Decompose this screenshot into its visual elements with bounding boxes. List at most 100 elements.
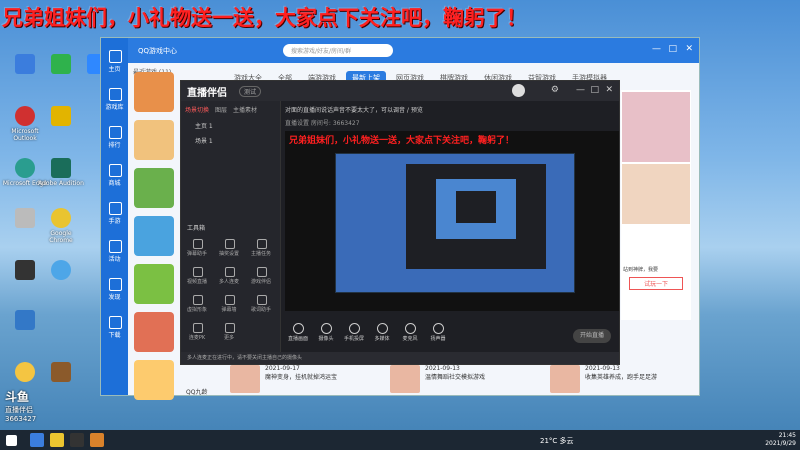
close-icon[interactable]: ✕ bbox=[685, 44, 693, 54]
nav-shop[interactable]: 商城 bbox=[101, 152, 128, 190]
app-icon bbox=[15, 310, 35, 330]
toolbox: 弹幕助手 抽奖设置 主播任务视频直播 多人连麦 游戏伴侣虚拟形象 弹幕墙 歌词助手连麦PK 更… bbox=[181, 236, 281, 348]
try-game-button[interactable]: 试玩一下 bbox=[629, 277, 683, 290]
tool-video[interactable]: 视频直播 bbox=[181, 264, 213, 288]
tool-more[interactable]: 更多 bbox=[213, 320, 245, 344]
tool-danmaku[interactable]: 弹幕助手 bbox=[181, 236, 213, 260]
friends-label: QQ九龄 bbox=[186, 389, 208, 396]
app-icon bbox=[15, 260, 35, 280]
nav-rank[interactable]: 排行 bbox=[101, 114, 128, 152]
side-ad-text: 站到神牌，我要 bbox=[623, 267, 659, 273]
stream-overlay-text: 兄弟姐妹们，小礼物送一送，大家点下关注吧，鞠躬了！ bbox=[2, 6, 527, 30]
tool-avatar[interactable]: 虚拟形象 bbox=[181, 292, 213, 316]
tab-layers[interactable]: 图层 bbox=[215, 105, 227, 114]
nav-download[interactable]: 下载 bbox=[101, 304, 128, 342]
app-icon bbox=[51, 362, 71, 382]
desktop-icon[interactable] bbox=[38, 260, 84, 282]
nav-mobile[interactable]: 手游 bbox=[101, 190, 128, 228]
side-ad-image[interactable] bbox=[622, 92, 690, 162]
ie-icon bbox=[51, 260, 71, 280]
scene-item[interactable]: 主页 1 bbox=[181, 118, 280, 133]
btn-screen[interactable]: 直播画面 bbox=[285, 321, 311, 342]
stream-notice: 对面的直播间说话声音不要太大了，可以调音 / 预览 直播设置 房间号: 3663… bbox=[285, 107, 423, 127]
side-ad-panel: 站到神牌，我要 试玩一下 bbox=[621, 90, 691, 320]
weather-widget[interactable]: 21°C 多云 bbox=[540, 436, 574, 446]
game-thumbnail[interactable] bbox=[134, 120, 174, 160]
nav-events[interactable]: 活动 bbox=[101, 228, 128, 266]
desktop-icon[interactable]: Microsoft Outlook bbox=[2, 106, 48, 142]
recursive-screen bbox=[335, 153, 575, 293]
taskbar-app-icon[interactable] bbox=[50, 433, 64, 447]
tool-multi-mic[interactable]: 多人连麦 bbox=[213, 264, 245, 288]
desktop-icon[interactable]: Adobe Audition bbox=[38, 158, 84, 187]
game-card[interactable]: 2021-09-13 温情舞蹈社交模拟游戏 bbox=[390, 365, 530, 393]
chrome-icon bbox=[51, 208, 71, 228]
nav-library[interactable]: 游戏库 bbox=[101, 76, 128, 114]
game-thumbnail[interactable] bbox=[134, 168, 174, 208]
recursive-screen bbox=[456, 191, 496, 223]
recent-games-list bbox=[129, 70, 179, 408]
stream-left-panel: 场景切换 图层 主播素材 主页 1 场景 1 工具箱 弹幕助手 抽奖设置 主播任务视… bbox=[181, 101, 281, 354]
minimize-icon[interactable]: — bbox=[576, 85, 585, 95]
qq-search-input[interactable]: 搜索游戏/好友/房间/群 bbox=[283, 44, 393, 57]
edge-icon bbox=[15, 158, 35, 178]
app-icon bbox=[51, 54, 71, 74]
game-thumbnail[interactable] bbox=[134, 264, 174, 304]
outlook-icon bbox=[15, 106, 35, 126]
btn-media[interactable]: 多媒体 bbox=[369, 321, 395, 342]
scene-item[interactable]: 场景 1 bbox=[181, 133, 280, 148]
maximize-icon[interactable]: □ bbox=[668, 44, 677, 54]
side-ad-image[interactable] bbox=[622, 164, 690, 224]
version-badge: 测试 bbox=[239, 86, 262, 97]
settings-icon[interactable]: ⚙ bbox=[551, 85, 559, 95]
system-clock[interactable]: 21:45 2021/9/29 bbox=[765, 432, 796, 448]
game-cards: 2021-09-17 魔神变身，挂机就掉鸿运宝 2021-09-13 温情舞蹈社交模… bbox=[230, 365, 690, 393]
stream-app-title: 直播伴侣 bbox=[187, 88, 227, 99]
stream-preview: 兄弟姐妹们，小礼物送一送，大家点下关注吧，鞠躬了！ bbox=[285, 131, 619, 311]
start-icon[interactable] bbox=[6, 435, 17, 446]
taskbar-app-icon[interactable] bbox=[70, 433, 84, 447]
taskbar-app-icon[interactable] bbox=[30, 433, 44, 447]
tool-task[interactable]: 主播任务 bbox=[245, 236, 277, 260]
minimize-icon[interactable]: — bbox=[652, 44, 661, 54]
game-thumbnail[interactable] bbox=[134, 216, 174, 256]
nav-home[interactable]: 主页 bbox=[101, 38, 128, 76]
nav-discover[interactable]: 发现 bbox=[101, 266, 128, 304]
stream-titlebar: 直播伴侣 测试 ✕ □ — ⚙ bbox=[181, 81, 619, 101]
desktop-icon[interactable] bbox=[2, 310, 48, 332]
app-icon bbox=[15, 208, 35, 228]
btn-phone[interactable]: 手机投屏 bbox=[341, 321, 367, 342]
audition-icon bbox=[51, 158, 71, 178]
start-stream-button[interactable]: 开始直播 bbox=[573, 329, 611, 343]
btn-mic[interactable]: 麦克风 bbox=[397, 321, 423, 342]
tab-materials[interactable]: 主播素材 bbox=[233, 105, 257, 114]
preview-overlay-text: 兄弟姐妹们，小礼物送一送，大家点下关注吧，鞠躬了！ bbox=[289, 136, 515, 146]
watermark-sub: 直播伴侣 bbox=[5, 406, 33, 414]
recursive-screen bbox=[436, 179, 516, 239]
recursive-screen bbox=[406, 164, 546, 269]
game-card[interactable]: 2021-09-17 魔神变身，挂机就掉鸿运宝 bbox=[230, 365, 370, 393]
btn-camera[interactable]: 摄像头 bbox=[313, 321, 339, 342]
desktop-icon[interactable] bbox=[38, 362, 84, 384]
game-card[interactable]: 2021-09-13 收集英雄养成，跑手足足游 bbox=[550, 365, 690, 393]
close-icon[interactable]: ✕ bbox=[605, 85, 613, 95]
app-icon bbox=[51, 106, 71, 126]
taskbar-app-icon[interactable] bbox=[90, 433, 104, 447]
maximize-icon[interactable]: □ bbox=[590, 85, 599, 95]
tool-game[interactable]: 游戏伴侣 bbox=[245, 264, 277, 288]
tool-lottery[interactable]: 抽奖设置 bbox=[213, 236, 245, 260]
desktop-icon[interactable]: Google Chrome bbox=[38, 208, 84, 244]
windows-taskbar: 21°C 多云 21:45 2021/9/29 bbox=[0, 430, 800, 450]
tool-pk[interactable]: 连麦PK bbox=[181, 320, 213, 344]
stream-status-bar: 多人连麦正在进行中，请不要关闭主播自己的摄像头 bbox=[181, 352, 619, 364]
game-thumbnail[interactable] bbox=[134, 72, 174, 112]
game-thumbnail[interactable] bbox=[134, 360, 174, 400]
room-info: 直播设置 房间号: 3663427 bbox=[285, 120, 360, 127]
btn-speaker[interactable]: 扬声器 bbox=[425, 321, 451, 342]
tool-lyrics[interactable]: 歌词助手 bbox=[245, 292, 277, 316]
tool-danmaku-wall[interactable]: 弹幕墙 bbox=[213, 292, 245, 316]
user-avatar[interactable] bbox=[512, 84, 525, 97]
tab-scenes[interactable]: 场景切换 bbox=[185, 105, 209, 114]
app-icon bbox=[15, 54, 35, 74]
game-thumbnail[interactable] bbox=[134, 312, 174, 352]
